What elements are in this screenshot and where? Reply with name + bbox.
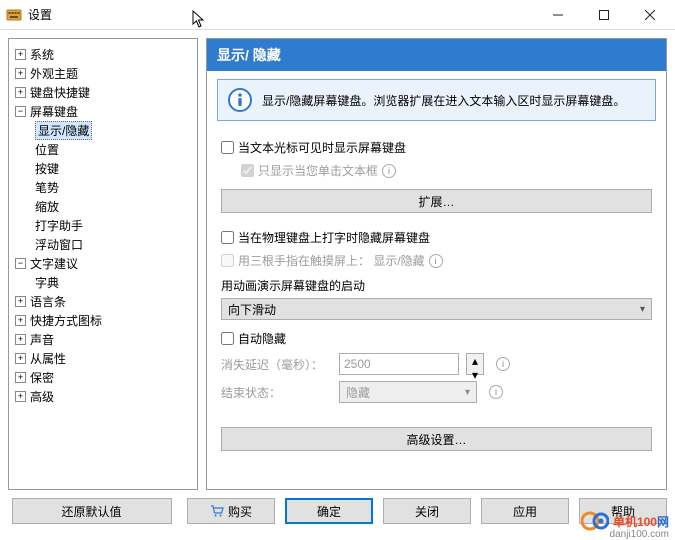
collapse-icon[interactable]: −	[15, 106, 26, 117]
nav-item-5[interactable]: 位置	[9, 140, 197, 159]
close-button[interactable]	[627, 0, 673, 30]
help-icon[interactable]: i	[382, 164, 396, 178]
checkbox-three-finger: 用三根手指在触摸屏上： 显示/隐藏 i	[221, 252, 652, 269]
expand-icon[interactable]: +	[15, 68, 26, 79]
animation-select[interactable]: 向下滑动▾	[221, 298, 652, 320]
settings-panel: 显示/ 隐藏 显示/隐藏屏幕键盘。浏览器扩展在进入文本输入区时显示屏幕键盘。 当…	[206, 38, 667, 490]
nav-item-label: 屏幕键盘	[30, 103, 78, 120]
buy-button[interactable]: 购买	[187, 498, 275, 524]
nav-item-label: 快捷方式图标	[30, 312, 102, 329]
expand-icon[interactable]: +	[15, 296, 26, 307]
nav-item-8[interactable]: 缩放	[9, 197, 197, 216]
checkbox-show-on-caret[interactable]: 当文本光标可见时显示屏幕键盘	[221, 139, 652, 156]
advanced-button[interactable]: 高级设置…	[221, 427, 652, 451]
nav-item-10[interactable]: 浮动窗口	[9, 235, 197, 254]
nav-item-label: 缩放	[35, 198, 59, 215]
nav-item-label: 文字建议	[30, 255, 78, 272]
nav-tree[interactable]: +系统+外观主题+键盘快捷键−屏幕键盘显示/隐藏位置按键笔势缩放打字助手浮动窗口…	[8, 38, 198, 490]
delay-input[interactable]	[339, 353, 459, 375]
nav-item-13[interactable]: + 语言条	[9, 292, 197, 311]
nav-item-12[interactable]: 字典	[9, 273, 197, 292]
nav-item-18[interactable]: + 高级	[9, 387, 197, 406]
endstate-select[interactable]: 隐藏▾	[339, 381, 477, 403]
nav-item-1[interactable]: + 外观主题	[9, 64, 197, 83]
nav-item-label: 保密	[30, 369, 54, 386]
watermark: 单机100网 danji100.com	[581, 511, 669, 531]
nav-item-label: 字典	[35, 274, 59, 291]
close-dialog-button[interactable]: 关闭	[383, 498, 471, 524]
nav-item-2[interactable]: + 键盘快捷键	[9, 83, 197, 102]
collapse-icon[interactable]: −	[15, 258, 26, 269]
apply-button[interactable]: 应用	[481, 498, 569, 524]
nav-item-label: 显示/隐藏	[35, 121, 92, 140]
nav-item-label: 位置	[35, 141, 59, 158]
nav-item-label: 语言条	[30, 293, 66, 310]
nav-item-16[interactable]: + 从属性	[9, 349, 197, 368]
expand-icon[interactable]: +	[15, 49, 26, 60]
maximize-button[interactable]	[581, 0, 627, 30]
nav-item-label: 浮动窗口	[35, 236, 83, 253]
animation-label: 用动画演示屏幕键盘的启动	[221, 277, 652, 294]
nav-item-label: 键盘快捷键	[30, 84, 90, 101]
app-icon	[6, 7, 22, 23]
nav-item-9[interactable]: 打字助手	[9, 216, 197, 235]
expand-icon[interactable]: +	[15, 372, 26, 383]
nav-item-0[interactable]: + 系统	[9, 45, 197, 64]
nav-item-label: 高级	[30, 388, 54, 405]
help-icon[interactable]: i	[429, 254, 443, 268]
cart-icon	[210, 505, 224, 517]
chevron-down-icon: ▾	[465, 387, 470, 398]
panel-header: 显示/ 隐藏	[207, 39, 666, 71]
nav-item-label: 按键	[35, 160, 59, 177]
nav-item-14[interactable]: + 快捷方式图标	[9, 311, 197, 330]
info-text: 显示/隐藏屏幕键盘。浏览器扩展在进入文本输入区时显示屏幕键盘。	[262, 92, 625, 109]
nav-item-15[interactable]: + 声音	[9, 330, 197, 349]
nav-item-label: 外观主题	[30, 65, 78, 82]
nav-item-11[interactable]: −文字建议	[9, 254, 197, 273]
nav-item-4[interactable]: 显示/隐藏	[9, 121, 197, 140]
endstate-field: 结束状态： 隐藏▾ i	[221, 381, 652, 403]
titlebar: 设置	[0, 0, 675, 30]
window-title: 设置	[28, 6, 535, 23]
extensions-button[interactable]: 扩展…	[221, 189, 652, 213]
nav-item-3[interactable]: −屏幕键盘	[9, 102, 197, 121]
nav-item-17[interactable]: + 保密	[9, 368, 197, 387]
nav-item-label: 系统	[30, 46, 54, 63]
help-icon[interactable]: i	[496, 357, 510, 371]
nav-item-6[interactable]: 按键	[9, 159, 197, 178]
expand-icon[interactable]: +	[15, 334, 26, 345]
expand-icon[interactable]: +	[15, 391, 26, 402]
bottom-bar: 还原默认值 购买 确定 关闭 应用 帮助	[0, 490, 675, 532]
minimize-button[interactable]	[535, 0, 581, 30]
chevron-down-icon: ▾	[640, 304, 645, 315]
delay-field: 消失延迟（毫秒）： ▴▾ i	[221, 353, 652, 375]
nav-item-label: 笔势	[35, 179, 59, 196]
expand-icon[interactable]: +	[15, 87, 26, 98]
nav-item-7[interactable]: 笔势	[9, 178, 197, 197]
nav-item-label: 打字助手	[35, 217, 83, 234]
checkbox-only-on-click: 只显示当您单击文本框 i	[241, 162, 652, 179]
help-icon[interactable]: i	[489, 385, 503, 399]
expand-icon[interactable]: +	[15, 353, 26, 364]
watermark-icon	[581, 511, 609, 531]
info-icon	[228, 88, 252, 112]
expand-icon[interactable]: +	[15, 315, 26, 326]
restore-defaults-button[interactable]: 还原默认值	[12, 498, 172, 524]
nav-item-label: 从属性	[30, 350, 66, 367]
delay-spinner[interactable]: ▴▾	[466, 353, 484, 375]
checkbox-autohide[interactable]: 自动隐藏	[221, 330, 652, 347]
ok-button[interactable]: 确定	[285, 498, 373, 524]
nav-item-label: 声音	[30, 331, 54, 348]
checkbox-hide-on-physical[interactable]: 当在物理键盘上打字时隐藏屏幕键盘	[221, 229, 652, 246]
info-box: 显示/隐藏屏幕键盘。浏览器扩展在进入文本输入区时显示屏幕键盘。	[217, 79, 656, 121]
